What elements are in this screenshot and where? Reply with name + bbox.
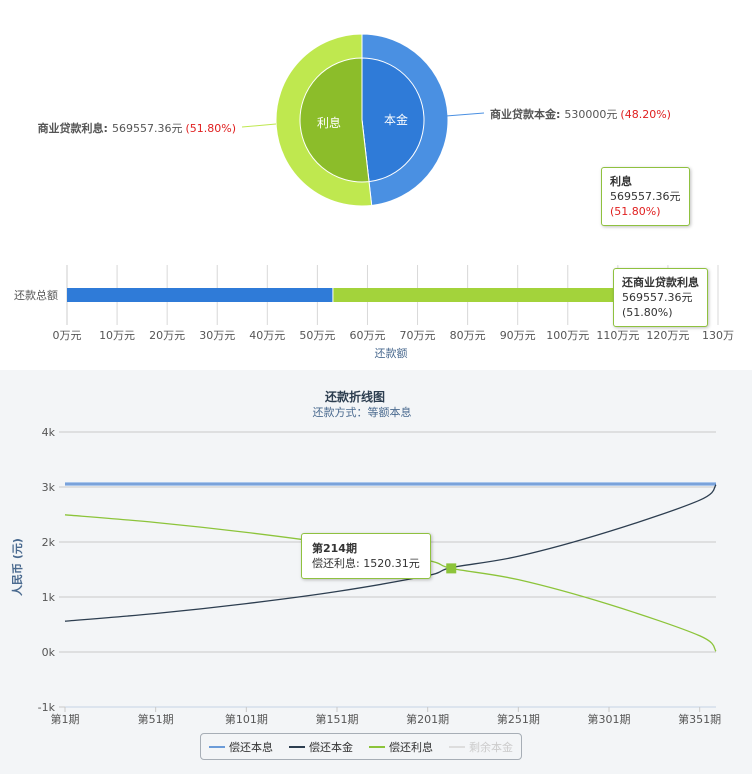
legend-label-total: 偿还本息 [229,740,273,754]
bar-x-tick-label: 110万元 [596,329,639,342]
line-x-tick-label: 第151期 [316,712,359,726]
legend-label-interest: 偿还利息 [389,740,433,754]
pie-tooltip-value: 569557.36元 [610,190,681,203]
line-tooltip-body: 偿还利息: 1520.31元 [312,556,420,571]
pie-left-label-name: 商业贷款利息: [38,121,108,135]
pie-tooltip-pct: (51.80%) [610,205,661,218]
line-y-tick-label: 2k [42,536,56,549]
bar-x-tick-label: 40万元 [249,329,285,342]
bar-x-axis-title: 还款额 [375,346,408,360]
line-chart-y-axis-title: 人民币 (元) [10,538,24,596]
bar-tooltip: 还商业贷款利息 569557.36元 (51.80%) [613,268,708,327]
pie-left-leader-line [241,123,277,128]
line-x-tick-label: 第301期 [588,712,631,726]
pie-tooltip: 利息 569557.36元 (51.80%) [601,167,690,226]
bar-tooltip-pct: (51.80%) [622,306,673,319]
bar-tooltip-title: 还商业贷款利息 [622,276,699,289]
legend-item-total[interactable]: 偿还本息 [209,739,273,755]
pie-right-leader-line [445,112,485,117]
legend-label-remaining: 剩余本金 [469,740,513,754]
line-x-tick-label: 第51期 [138,712,174,726]
legend-swatch-remaining [449,745,465,748]
pie-right-label: 商业贷款本金: 530000元 (48.20%) [490,107,671,121]
bar-x-tick-label: 0万元 [53,329,82,342]
bar-x-tick-label: 70万元 [400,329,436,342]
bar-x-tick-label: 80万元 [450,329,486,342]
legend-swatch-total [209,745,225,748]
bar-interest[interactable] [333,288,618,302]
bar-principal[interactable] [67,288,333,302]
bar-x-tick-label: 120万元 [646,329,689,342]
line-y-tick-label: 1k [42,591,56,604]
bar-category-label: 还款总额 [14,288,58,302]
line-x-tick-label: 第351期 [678,712,721,726]
legend-item-interest[interactable]: 偿还利息 [369,739,433,755]
line-y-tick-label: 4k [42,426,56,439]
pie-left-label-value: 569557.36元 [112,122,183,135]
pie-left-label: 商业贷款利息: 569557.36元 (51.80%) [38,121,236,135]
pie-right-label-pct: (48.20%) [620,108,671,121]
bar-x-tick-label: 30万元 [199,329,235,342]
line-tooltip-title: 第214期 [312,542,357,555]
bar-x-tick-label: 10万元 [99,329,135,342]
bar-x-tick-label: 100万元 [546,329,589,342]
legend-item-principal[interactable]: 偿还本金 [289,739,353,755]
line-x-tick-label: 第101期 [225,712,268,726]
bar-x-tick-label: 90万元 [500,329,536,342]
legend-label-principal: 偿还本金 [309,740,353,754]
line-chart-subtitle: 还款方式：等额本息 [313,405,412,419]
legend-swatch-interest [369,745,385,748]
line-x-tick-label: 第201期 [406,712,449,726]
bar-x-tick-label: 130万 [702,329,734,342]
pie-right-label-name: 商业贷款本金: [490,107,560,121]
bar-x-tick-label: 60万元 [349,329,385,342]
line-tooltip-value: 1520.31元 [363,557,420,570]
line-tooltip: 第214期 偿还利息: 1520.31元 [301,533,431,579]
pie-left-label-pct: (51.80%) [185,122,236,135]
pie-inner-principal-label: 本金 [384,112,408,127]
line-chart-title: 还款折线图 [324,389,385,404]
pie-right-label-value: 530000元 [564,108,617,121]
bar-tooltip-value: 569557.36元 [622,291,693,304]
line-tooltip-label: 偿还利息: [312,557,360,570]
bar-x-tick-label: 50万元 [299,329,335,342]
line-x-tick-label: 第1期 [51,712,80,726]
legend-item-remaining[interactable]: 剩余本金 [449,739,513,755]
line-y-tick-label: 0k [42,646,56,659]
line-y-tick-label: 3k [42,481,56,494]
pie-inner-interest-label: 利息 [317,115,341,130]
line-hover-marker[interactable] [446,563,457,574]
bar-x-tick-label: 20万元 [149,329,185,342]
pie-tooltip-title: 利息 [610,175,632,188]
line-x-tick-label: 第251期 [497,712,540,726]
line-chart-legend: 偿还本息 偿还本金 偿还利息 剩余本金 [200,733,522,760]
legend-swatch-principal [289,745,305,748]
